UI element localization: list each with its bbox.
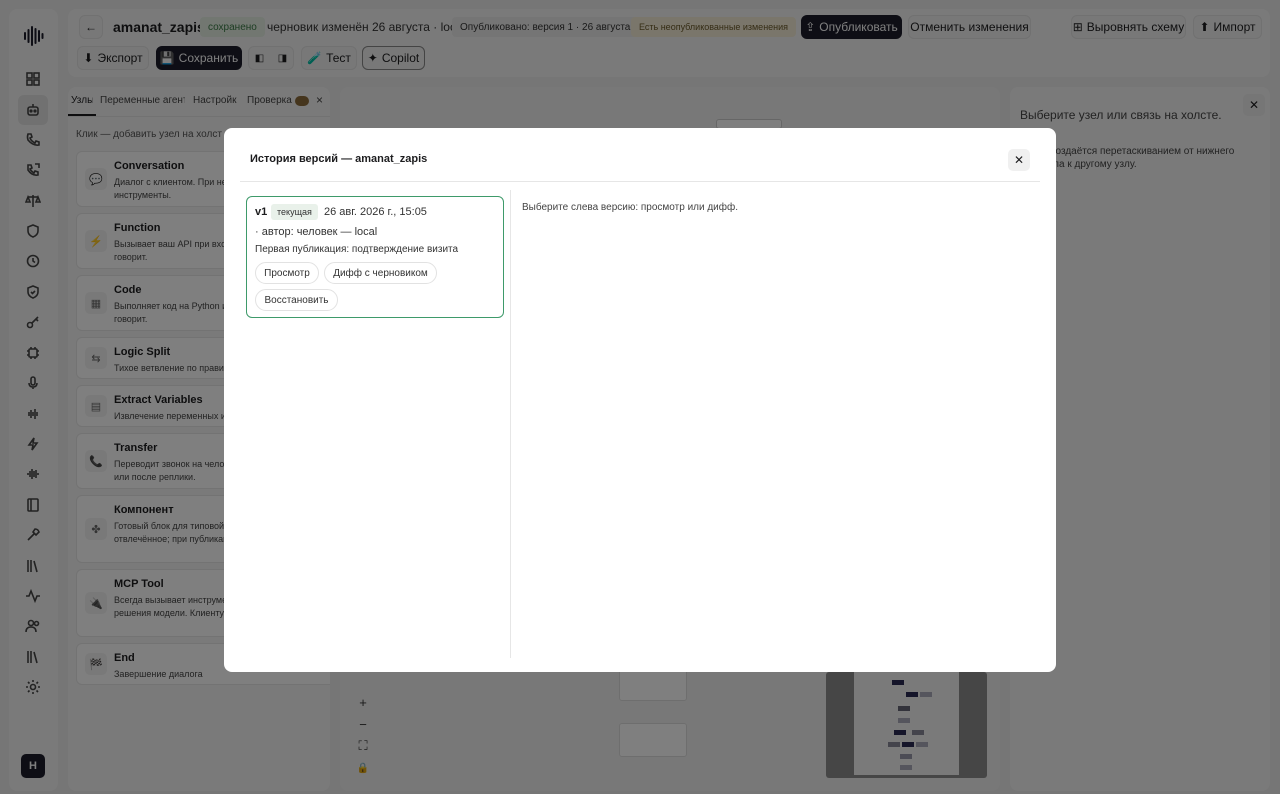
version-note: Первая публикация: подтверждение визита xyxy=(255,244,459,255)
close-dialog-button[interactable]: ✕ xyxy=(1008,149,1030,171)
version-card[interactable]: v1 текущая 26 авг. 2026 г., 15:05 · авто… xyxy=(246,196,504,318)
close-icon: ✕ xyxy=(1013,153,1025,167)
version-number: v1 xyxy=(255,206,268,218)
view-version-button[interactable]: Просмотр xyxy=(255,262,319,284)
version-author: · автор: человек — local xyxy=(255,226,378,238)
restore-version-button[interactable]: Восстановить xyxy=(255,289,338,311)
divider xyxy=(510,190,511,658)
dialog-title: История версий — amanat_zapis xyxy=(250,153,428,165)
preview-placeholder: Выберите слева версию: просмотр или дифф… xyxy=(522,202,739,213)
divider xyxy=(240,181,1040,182)
version-history-dialog: История версий — amanat_zapis ✕ v1 текущ… xyxy=(224,128,1056,672)
version-date: 26 авг. 2026 г., 15:05 xyxy=(324,206,427,218)
diff-with-draft-button[interactable]: Дифф с черновиком xyxy=(324,262,437,284)
current-badge: текущая xyxy=(271,204,318,220)
